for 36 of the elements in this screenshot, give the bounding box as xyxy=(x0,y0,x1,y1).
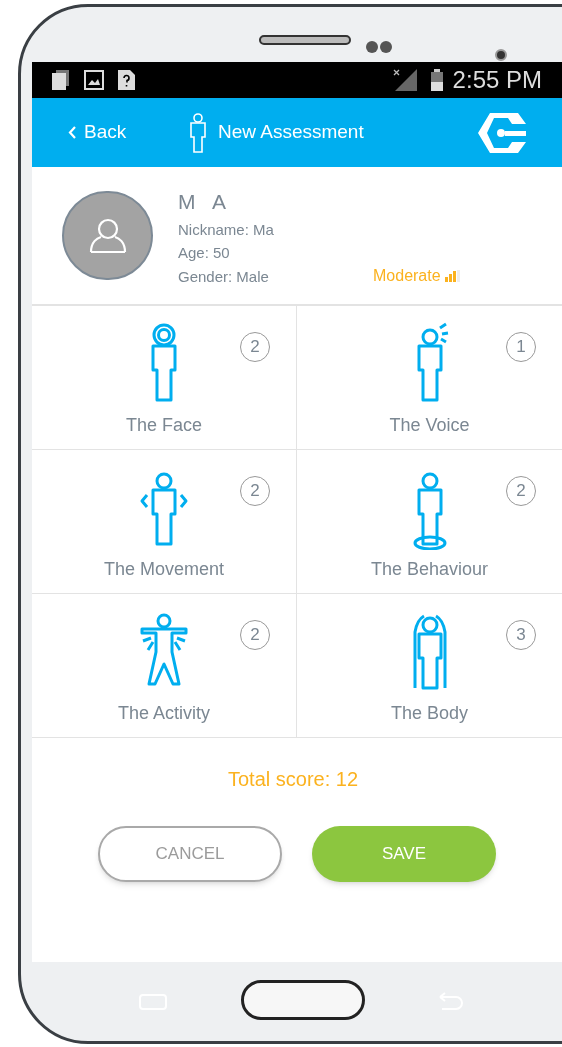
camera-icon xyxy=(495,49,507,61)
no-signal-icon xyxy=(392,69,417,91)
unknown-file-icon xyxy=(118,70,135,90)
logo-icon xyxy=(478,111,526,154)
person-icon xyxy=(188,112,208,153)
age-text: Age: 50 xyxy=(178,243,231,263)
category-tile[interactable]: The Voice 1 xyxy=(297,305,562,449)
screen-title: New Assessment xyxy=(218,120,364,145)
category-label: The Behaviour xyxy=(370,558,489,581)
notification-icon xyxy=(52,70,70,90)
battery-icon xyxy=(430,69,443,91)
signal-bars-icon xyxy=(444,270,461,282)
category-label: The Body xyxy=(390,702,468,725)
category-label: The Movement xyxy=(103,558,225,581)
chevron-left-icon xyxy=(68,126,76,139)
severity-text: Moderate xyxy=(373,266,441,286)
category-tile[interactable]: The Behaviour 2 xyxy=(297,449,562,593)
category-tile[interactable]: The Activity 2 xyxy=(32,593,297,737)
gender-text: Gender: Male xyxy=(178,266,270,287)
total-score: Total score: 12 xyxy=(226,767,360,792)
back-button[interactable]: Back xyxy=(68,118,188,147)
category-tile[interactable]: The Movement 2 xyxy=(32,449,297,593)
save-button[interactable]: SAVE xyxy=(312,826,496,882)
category-label: The Voice xyxy=(389,414,470,437)
home-button[interactable] xyxy=(241,980,365,1020)
cancel-button[interactable]: CANCEL xyxy=(98,826,282,882)
category-tile[interactable]: The Body 3 xyxy=(297,593,562,737)
patient-name: M A xyxy=(178,189,229,215)
category-tile[interactable]: The Face 2 xyxy=(32,305,297,449)
category-label: The Face xyxy=(125,414,202,437)
nickname-text: Nickname: Ma xyxy=(178,220,275,240)
sensor-icon xyxy=(366,41,392,53)
status-time: 2:55 PM xyxy=(452,65,542,95)
image-icon xyxy=(84,70,104,90)
user-icon xyxy=(88,217,127,254)
category-label: The Activity xyxy=(118,702,210,725)
